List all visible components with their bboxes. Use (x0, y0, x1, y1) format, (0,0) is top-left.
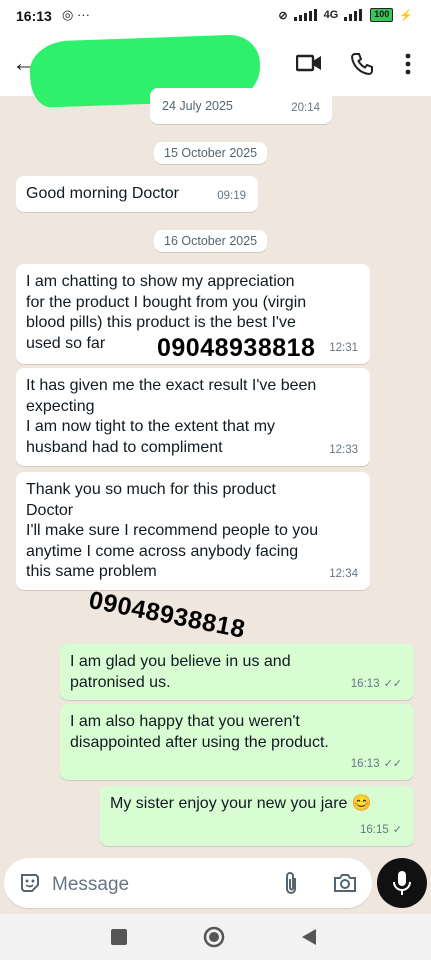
chat-header: ← (0, 32, 431, 108)
chat-area[interactable]: 24 July 2025 20:14 15 October 2025 Good … (0, 88, 431, 856)
date-label: 24 July 2025 (152, 96, 243, 117)
message-input[interactable]: Message (52, 874, 129, 896)
system-nav-bar (0, 914, 431, 960)
date-separator: 15 October 2025 (154, 142, 268, 164)
message-time: 16:15 (360, 823, 389, 836)
camera-icon[interactable] (332, 871, 358, 895)
status-notification-icons: ◎ ··· (62, 7, 90, 22)
phone-watermark: 09048938818 (86, 586, 248, 644)
message-time: 16:13 (350, 677, 380, 690)
attach-icon[interactable] (282, 871, 300, 897)
message-composer[interactable]: Message (4, 858, 372, 908)
message-text: Good morning Doctor (26, 185, 179, 202)
incoming-message[interactable]: Good morning Doctor 09:19 (16, 176, 258, 212)
emoji-sticker-icon[interactable] (18, 871, 42, 895)
outgoing-message[interactable]: I am also happy that you weren't disappo… (60, 704, 414, 780)
video-call-icon[interactable] (296, 52, 322, 74)
mic-button[interactable] (377, 858, 427, 908)
battery-indicator: 100 (370, 8, 394, 22)
home-icon[interactable] (203, 926, 225, 948)
status-time: 16:13 (16, 8, 52, 24)
date-separator: 16 October 2025 (154, 230, 268, 252)
message-text: My sister enjoy your new you jare 😊 (110, 795, 372, 812)
link-icon: ⊘ (278, 9, 288, 22)
double-check-icon: ✓✓ (383, 757, 402, 770)
phone-watermark: 09048938818 (157, 334, 316, 362)
double-check-icon: ✓✓ (383, 677, 402, 690)
charging-icon: ⚡ (399, 9, 413, 22)
microphone-icon (393, 871, 411, 895)
message-time: 12:34 (329, 567, 358, 580)
outgoing-message[interactable]: I am glad you believe in us and patronis… (60, 644, 414, 700)
message-time: 12:33 (329, 443, 358, 456)
status-right-group: ⊘ 4G 100 ⚡ (278, 8, 413, 22)
message-time: 16:13 (350, 757, 380, 770)
message-text: It has given me the exact result I've be… (26, 377, 317, 456)
signal-icon-2 (344, 9, 363, 21)
message-text: I am glad you believe in us and patronis… (70, 653, 291, 691)
signal-icon (293, 9, 317, 21)
message-text: Thank you so much for this product Docto… (26, 481, 319, 580)
message-time: 12:31 (329, 341, 358, 354)
incoming-message[interactable]: It has given me the exact result I've be… (16, 368, 370, 466)
phone-icon[interactable] (350, 52, 374, 76)
status-bar: 16:13 ◎ ··· ⊘ 4G 100 ⚡ (0, 0, 431, 32)
outgoing-message[interactable]: My sister enjoy your new you jare 😊 16:1… (100, 786, 414, 846)
single-check-icon: ✓ (392, 823, 402, 836)
message-meta: 16:13 ✓✓ (351, 674, 402, 695)
incoming-message[interactable]: Thank you so much for this product Docto… (16, 472, 370, 590)
network-type: 4G (323, 9, 339, 21)
message-text: I am also happy that you weren't disappo… (70, 713, 329, 751)
more-options-icon[interactable] (404, 52, 412, 76)
message-time: 09:19 (217, 189, 246, 202)
message-meta: 16:15 ✓ (360, 820, 402, 841)
message-meta: 16:13 ✓✓ (351, 754, 402, 775)
message-time: 20:14 (291, 101, 320, 114)
message-bubble-partial[interactable]: 24 July 2025 20:14 (150, 88, 332, 124)
back-nav-icon[interactable] (300, 928, 318, 946)
recents-icon[interactable] (110, 928, 128, 946)
